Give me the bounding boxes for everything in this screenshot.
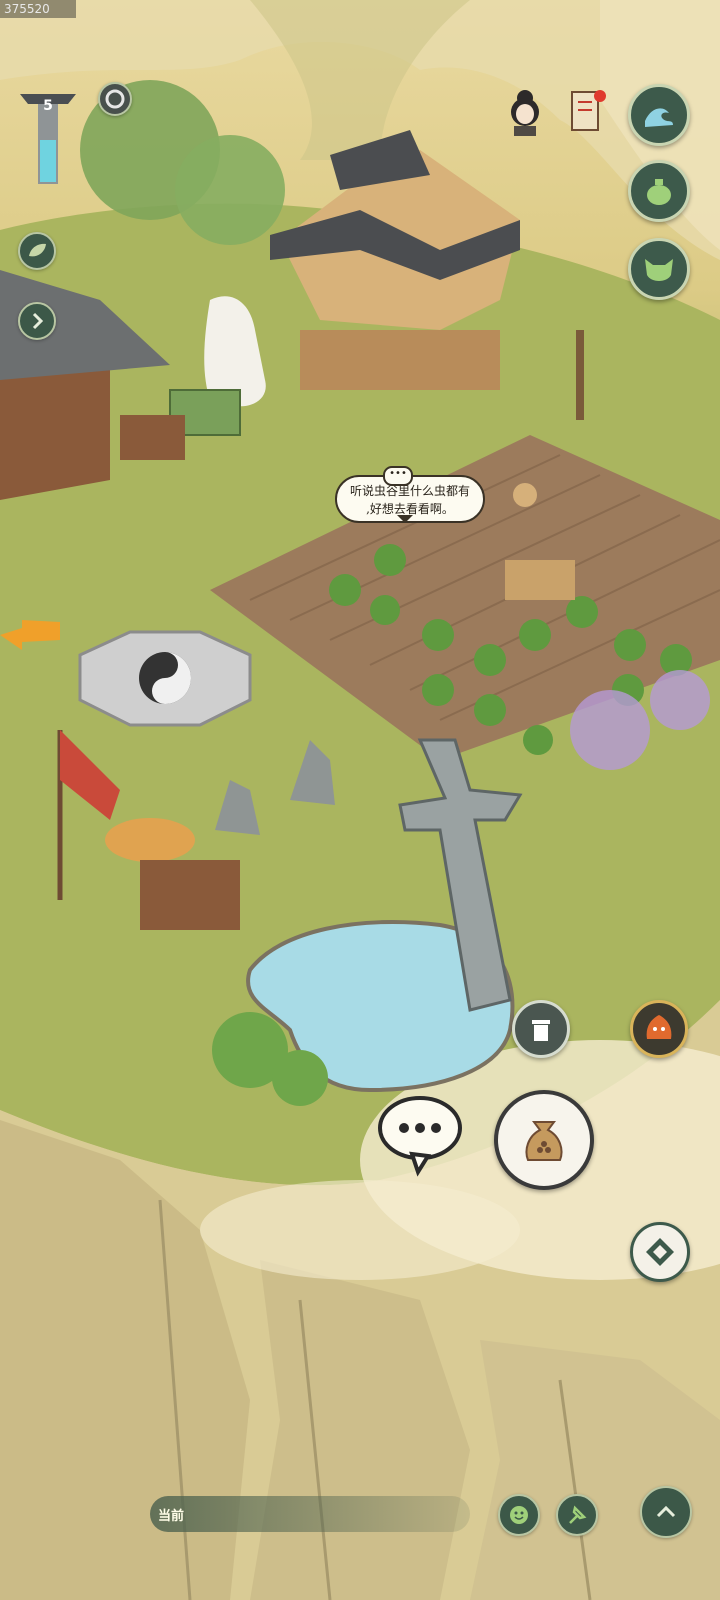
leaf-button[interactable] [18,232,56,270]
refresh-ring-icon [105,89,125,109]
character-button[interactable] [500,84,550,138]
refresh-button[interactable] [98,82,132,116]
emoji-button[interactable] [498,1494,540,1536]
compass-button[interactable] [630,1222,690,1282]
wave-icon [645,108,673,127]
scroll-notice-icon [571,90,606,131]
tower-icon [20,94,76,184]
cat-button[interactable] [628,238,690,300]
level-tower[interactable]: 5 [18,80,78,190]
seed-bag-icon [525,1121,563,1161]
chevron-right-icon [32,312,44,330]
game-scene[interactable]: 375520 5 听说虫谷里什么虫都有 ,好想去看看啊。 ••• 当前 [0,0,720,1600]
up-button[interactable] [640,1486,692,1538]
trash-icon [532,1020,550,1041]
chevron-up-icon [656,1505,676,1518]
smiley-icon [510,1506,528,1524]
pin-button[interactable] [556,1494,598,1536]
level-value: 5 [43,98,53,114]
monster-button[interactable] [630,1000,688,1058]
cat-mask-icon [645,259,673,281]
chat-button[interactable] [376,1092,466,1178]
leaf-icon [29,243,46,257]
expand-button[interactable] [18,302,56,340]
speech-line-2: ,好想去看看啊。 [366,502,454,516]
trash-button[interactable] [512,1000,570,1058]
wave-button[interactable] [628,84,690,146]
speech-line-1: 听说虫谷里什么虫都有 [349,484,470,498]
fire-demon-icon [646,1015,672,1039]
pot-button[interactable] [628,160,690,222]
character-portrait-icon [511,90,539,136]
scenery [0,0,720,1600]
pot-icon [647,179,671,205]
seed-bag-button[interactable] [494,1090,594,1190]
speech-typing-indicator: ••• [383,466,413,486]
chat-bubble-icon [378,1096,462,1177]
pin-icon [569,1505,587,1524]
compass-icon [646,1238,674,1266]
current-label: 当前 [158,1509,185,1524]
build-id: 375520 [0,0,76,18]
current-bar[interactable] [150,1496,470,1532]
notice-button[interactable] [566,86,610,136]
